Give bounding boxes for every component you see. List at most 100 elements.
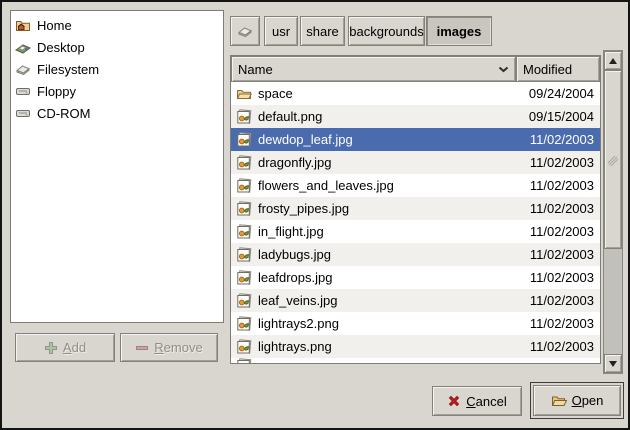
drive-icon [15, 83, 31, 99]
sidebar-item-label: Floppy [37, 84, 76, 99]
file-name: ladybugs.jpg [258, 247, 331, 262]
file-row[interactable]: frosty_pipes.jpg 11/02/2003 [231, 197, 600, 220]
file-modified: 11/02/2003 [516, 224, 600, 239]
image-file-icon [236, 247, 252, 263]
open-folder-icon [551, 393, 567, 409]
file-modified: 11/02/2003 [516, 270, 600, 285]
file-row[interactable]: flowers_and_leaves.jpg 11/02/2003 [231, 174, 600, 197]
disk-icon [15, 61, 31, 77]
path-button-label: images [437, 24, 482, 39]
sidebar-item-label: Desktop [37, 40, 85, 55]
file-name: in_flight.jpg [258, 224, 324, 239]
add-button-label: Add [63, 340, 86, 355]
file-row[interactable]: lightrays.png 11/02/2003 [231, 335, 600, 358]
file-name: frosty_pipes.jpg [258, 201, 349, 216]
arrow-down-icon [609, 361, 617, 367]
scrollbar-thumb[interactable] [604, 70, 622, 249]
file-row[interactable]: lightrays2.png 11/02/2003 [231, 312, 600, 335]
file-name: leaf_veins.jpg [258, 293, 338, 308]
sidebar-item-cdrom[interactable]: CD-ROM [11, 102, 223, 124]
remove-button[interactable]: Remove [120, 333, 218, 362]
file-name: space [258, 86, 293, 101]
image-file-icon [236, 358, 252, 363]
add-button[interactable]: Add [15, 333, 115, 362]
path-root-button[interactable] [230, 16, 260, 46]
file-name-cell: ladybugs.jpg [231, 247, 516, 263]
path-button-label: backgrounds [349, 24, 423, 39]
sidebar-item-desktop[interactable]: Desktop [11, 36, 223, 58]
remove-minus-icon [135, 341, 149, 355]
file-modified: 11/02/2003 [516, 316, 600, 331]
file-modified: 11/02/2003 [516, 155, 600, 170]
file-name: lightrays2.png [258, 316, 339, 331]
drive-icon [15, 105, 31, 121]
file-row[interactable]: dewdop_leaf.jpg 11/02/2003 [231, 128, 600, 151]
file-row[interactable]: default.png 09/15/2004 [231, 105, 600, 128]
scroll-up-button[interactable] [604, 51, 622, 70]
path-button-images[interactable]: images [426, 16, 492, 46]
file-name-cell: space [231, 86, 516, 102]
add-plus-icon [44, 341, 58, 355]
folder-icon [236, 86, 252, 102]
file-modified: 09/15/2004 [516, 109, 600, 124]
file-name: leafdrops.jpg [258, 270, 332, 285]
file-name: dewdop_leaf.jpg [258, 132, 353, 147]
file-name: lightrays.png [258, 339, 332, 354]
path-button-label: share [306, 24, 339, 39]
column-header-modified[interactable]: Modified [516, 56, 600, 82]
file-row[interactable]: in_flight.jpg 11/02/2003 [231, 220, 600, 243]
column-header-name[interactable]: Name [231, 56, 516, 82]
file-modified: 11/02/2003 [516, 201, 600, 216]
image-file-icon [236, 316, 252, 332]
file-row[interactable]: ladybugs.jpg 11/02/2003 [231, 243, 600, 266]
open-button[interactable]: Open [533, 385, 621, 416]
column-header-name-label: Name [238, 62, 273, 77]
arrow-up-icon [609, 58, 617, 64]
partial-file-row [231, 358, 600, 363]
path-button-share[interactable]: share [300, 16, 345, 46]
image-file-icon [236, 293, 252, 309]
scroll-down-button[interactable] [604, 354, 622, 373]
home-icon [15, 17, 31, 33]
sidebar-item-label: Home [37, 18, 72, 33]
file-name-cell: flowers_and_leaves.jpg [231, 178, 516, 194]
cancel-button[interactable]: Cancel [432, 386, 522, 416]
file-row[interactable]: dragonfly.jpg 11/02/2003 [231, 151, 600, 174]
path-button-backgrounds[interactable]: backgrounds [348, 16, 425, 46]
image-file-icon [236, 178, 252, 194]
desktop-icon [15, 39, 31, 55]
file-modified: 09/24/2004 [516, 86, 600, 101]
file-modified: 11/02/2003 [516, 132, 600, 147]
sidebar-item-filesystem[interactable]: Filesystem [11, 58, 223, 80]
file-modified: 11/02/2003 [516, 247, 600, 262]
sidebar-item-home[interactable]: Home [11, 14, 223, 36]
scrollbar-grip-icon [607, 153, 619, 167]
cancel-x-icon [447, 394, 461, 408]
path-button-label: usr [272, 24, 290, 39]
file-chooser-dialog: Home Desktop Filesystem Floppy CD-ROM Ad… [0, 0, 630, 430]
cancel-button-label: Cancel [466, 394, 506, 409]
file-name-cell: in_flight.jpg [231, 224, 516, 240]
chevron-down-icon [498, 66, 509, 73]
file-name-cell: lightrays2.png [231, 316, 516, 332]
file-row[interactable]: leafdrops.jpg 11/02/2003 [231, 266, 600, 289]
path-button-usr[interactable]: usr [264, 16, 298, 46]
file-modified: 11/02/2003 [516, 178, 600, 193]
image-file-icon [236, 224, 252, 240]
image-file-icon [236, 109, 252, 125]
places-sidebar: Home Desktop Filesystem Floppy CD-ROM [10, 10, 224, 323]
file-row[interactable]: space 09/24/2004 [231, 82, 600, 105]
file-name: flowers_and_leaves.jpg [258, 178, 394, 193]
image-file-icon [236, 132, 252, 148]
image-file-icon [236, 155, 252, 171]
sidebar-item-label: Filesystem [37, 62, 99, 77]
file-row[interactable]: leaf_veins.jpg 11/02/2003 [231, 289, 600, 312]
sidebar-item-floppy[interactable]: Floppy [11, 80, 223, 102]
file-modified: 11/02/2003 [516, 293, 600, 308]
remove-button-label: Remove [154, 340, 202, 355]
vertical-scrollbar[interactable] [603, 50, 623, 374]
file-name-cell: dragonfly.jpg [231, 155, 516, 171]
file-name-cell: leafdrops.jpg [231, 270, 516, 286]
file-modified: 11/02/2003 [516, 339, 600, 354]
file-name-cell: lightrays.png [231, 339, 516, 355]
